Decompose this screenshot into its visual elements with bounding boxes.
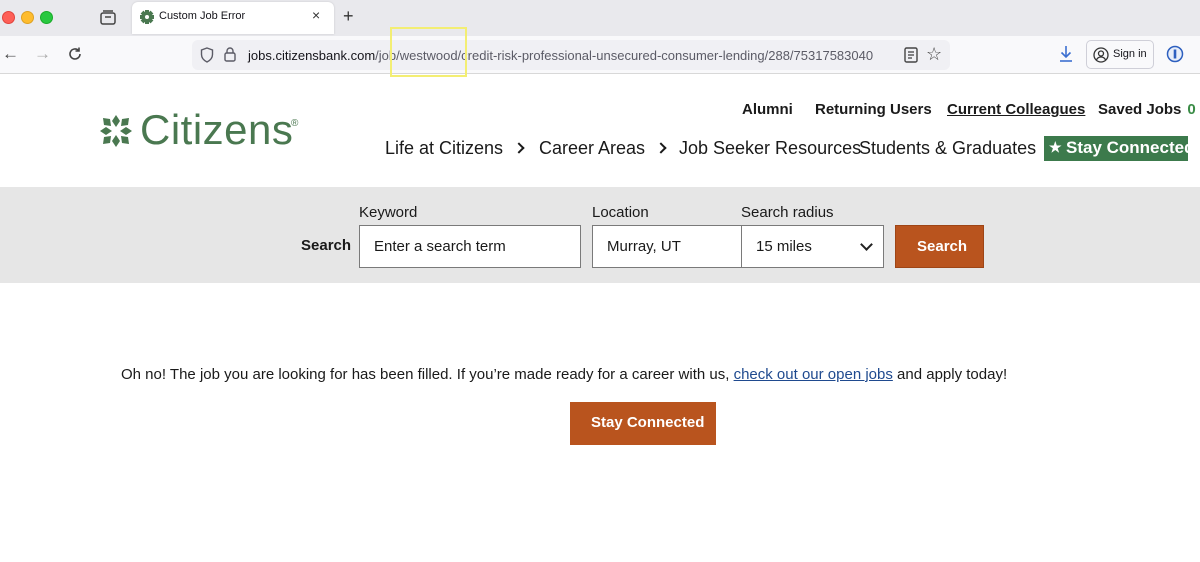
highlight-annotation xyxy=(390,27,467,77)
search-heading: Search xyxy=(301,237,352,254)
returning-users-link[interactable]: Returning Users xyxy=(815,101,932,118)
open-jobs-link[interactable]: check out our open jobs xyxy=(734,366,893,383)
download-icon[interactable] xyxy=(1058,45,1074,63)
reader-icon[interactable] xyxy=(904,47,918,63)
stay-connected-button-label: Stay Connected xyxy=(591,414,705,431)
window-zoom-button[interactable] xyxy=(40,11,53,24)
message-text-before: Oh no! The job you are looking for has b… xyxy=(121,366,730,383)
saved-jobs-label: Saved Jobs xyxy=(1098,101,1182,118)
new-tab-button[interactable]: + xyxy=(343,6,354,27)
browser-toolbar: ← → jobs.citizensbank.com/job/westwood/c… xyxy=(0,36,1200,74)
star-icon[interactable]: ☆ xyxy=(926,44,942,65)
url-text[interactable]: jobs.citizensbank.com/job/westwood/credi… xyxy=(248,48,873,63)
stay-connected-nav-label: Stay Connected xyxy=(1066,138,1195,157)
nav-students-graduates[interactable]: Students & Graduates xyxy=(859,138,1036,159)
location-value: Murray, UT xyxy=(607,238,681,255)
stay-connected-nav-button[interactable]: ★ Stay Connected xyxy=(1044,136,1194,161)
shield-icon[interactable] xyxy=(200,47,214,63)
chevron-right-icon xyxy=(655,142,667,154)
star-icon: ★ xyxy=(1049,139,1062,155)
window-close-button[interactable] xyxy=(2,11,15,24)
sign-in-button[interactable]: Sign in xyxy=(1086,40,1154,69)
logo-registered-mark: ® xyxy=(291,118,299,129)
radius-label: Search radius xyxy=(741,204,834,221)
citizens-logo-mark-icon xyxy=(100,115,132,147)
citizens-logo[interactable]: Citizens ® xyxy=(98,106,308,154)
nav-life-label: Life at Citizens xyxy=(385,138,504,158)
nav-career-areas[interactable]: Career Areas xyxy=(539,138,667,159)
radius-select[interactable]: 15 miles xyxy=(741,225,884,268)
browser-tab-strip: Custom Job Error × + xyxy=(0,0,1200,36)
location-input[interactable]: Murray, UT xyxy=(592,225,742,268)
chevron-right-icon xyxy=(513,142,525,154)
job-filled-message: Oh no! The job you are looking for has b… xyxy=(121,366,1007,383)
alumni-link[interactable]: Alumni xyxy=(742,101,793,118)
chevron-down-icon xyxy=(860,238,873,251)
keyword-label: Keyword xyxy=(359,204,418,221)
saved-jobs-count: 0 xyxy=(1187,101,1196,118)
keyword-input[interactable]: Enter a search term xyxy=(359,225,581,268)
current-colleagues-link[interactable]: Current Colleagues xyxy=(947,101,1085,118)
extension-icon[interactable] xyxy=(1166,45,1184,63)
nav-life-at-citizens[interactable]: Life at Citizens xyxy=(385,138,525,159)
back-icon[interactable]: ← xyxy=(2,44,19,64)
citizens-favicon-icon xyxy=(140,10,154,24)
sign-in-label: Sign in xyxy=(1113,48,1147,60)
address-bar[interactable]: jobs.citizensbank.com/job/westwood/credi… xyxy=(192,40,950,70)
message-text-after: and apply today! xyxy=(897,366,1008,383)
job-search-bar: Search Keyword Enter a search term Locat… xyxy=(0,187,1200,283)
lock-icon[interactable] xyxy=(224,47,236,62)
tab-close-icon[interactable]: × xyxy=(312,7,320,23)
logo-wordmark: Citizens xyxy=(140,106,294,153)
url-host: jobs.citizensbank.com xyxy=(248,48,376,63)
tab-title: Custom Job Error xyxy=(159,10,246,22)
radius-value: 15 miles xyxy=(756,238,812,255)
keyword-placeholder: Enter a search term xyxy=(374,238,506,255)
search-button-label: Search xyxy=(917,238,968,255)
tab-overview-icon[interactable] xyxy=(98,8,118,28)
nav-career-label: Career Areas xyxy=(539,138,646,158)
saved-jobs-link[interactable]: Saved Jobs 0 xyxy=(1098,101,1196,118)
window-minimize-button[interactable] xyxy=(21,11,34,24)
reload-icon[interactable] xyxy=(67,46,83,62)
browser-tab[interactable]: Custom Job Error × xyxy=(132,2,334,34)
search-button[interactable]: Search xyxy=(895,225,984,268)
stay-connected-button[interactable]: Stay Connected xyxy=(570,402,716,445)
nav-job-seeker-resources[interactable]: Job Seeker Resources xyxy=(679,138,861,159)
forward-icon[interactable]: → xyxy=(34,44,51,64)
location-label: Location xyxy=(592,204,649,221)
account-icon xyxy=(1093,47,1109,63)
